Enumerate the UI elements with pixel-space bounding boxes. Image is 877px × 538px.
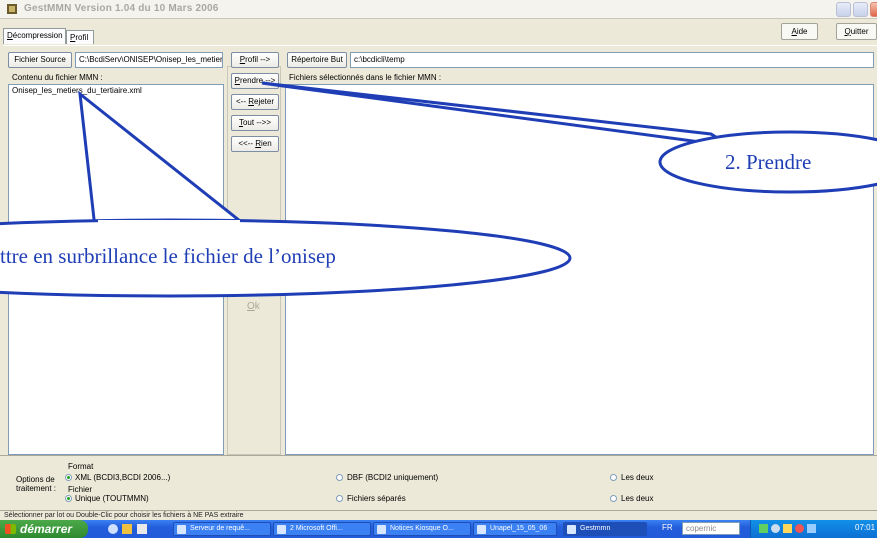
taskbar-item-active[interactable]: Gestmmn	[563, 522, 647, 536]
profil-button[interactable]: Profil -->	[231, 52, 279, 68]
source-file-list[interactable]: Onisep_les_metiers_du_tertiaire.xml	[8, 84, 224, 455]
rejeter-prefix: <--	[235, 97, 249, 106]
rien-label: ien	[261, 139, 272, 148]
options-area	[0, 455, 877, 515]
list-item[interactable]: Onisep_les_metiers_du_tertiaire.xml	[12, 86, 142, 95]
profil-label: rofil -->	[245, 55, 271, 64]
selected-files-label: Fichiers sélectionnés dans le fichier MM…	[289, 73, 442, 82]
folder-icon[interactable]	[122, 524, 132, 534]
taskbar-item[interactable]: Serveur de requê...	[173, 522, 271, 536]
language-indicator[interactable]: FR	[662, 523, 673, 532]
fichier-both-radio[interactable]	[610, 495, 617, 502]
fichier-both-label: Les deux	[621, 494, 654, 503]
volume-icon[interactable]	[783, 524, 792, 533]
rejeter-label: ejeter	[254, 97, 275, 106]
options-label-line1: Options de	[16, 475, 55, 484]
start-button[interactable]: démarrer	[0, 520, 88, 538]
taskbar-item[interactable]: 2 Microsoft Offi...	[273, 522, 371, 536]
network-icon[interactable]	[759, 524, 768, 533]
taskbar-item[interactable]: Unapel_15_05_06	[473, 522, 557, 536]
windows-logo-icon	[5, 524, 16, 534]
rien-button[interactable]: <<-- Rien	[231, 136, 279, 152]
clock: 07:01	[855, 523, 876, 532]
tab-row: Décompression Profil Aide Quitter	[0, 19, 877, 45]
fichier-group-title: Fichier	[68, 485, 93, 494]
display-icon[interactable]	[807, 524, 816, 533]
format-group-title: Format	[68, 462, 94, 471]
maximize-button[interactable]	[853, 2, 868, 17]
system-tray: 07:01	[750, 520, 877, 538]
format-both-label: Les deux	[621, 473, 654, 482]
security-icon[interactable]	[795, 524, 804, 533]
quitter-label: uitter	[850, 27, 869, 36]
tab-decompression[interactable]: Décompression	[3, 28, 66, 44]
aide-label: ide	[796, 27, 808, 36]
rejeter-button[interactable]: <-- Rejeter	[231, 94, 279, 110]
aide-button[interactable]: Aide	[781, 23, 818, 40]
fichier-unique-label: Unique (TOUTMMN)	[75, 494, 149, 503]
app-icon	[7, 4, 17, 14]
selected-file-list[interactable]	[285, 84, 874, 455]
ie-icon[interactable]	[108, 524, 118, 534]
copernic-search-input[interactable]: copernic	[682, 522, 740, 535]
quitter-button[interactable]: Quitter	[836, 23, 877, 40]
taskbar: démarrer Serveur de requê... 2 Microsoft…	[0, 520, 877, 538]
fichier-unique-radio[interactable]	[65, 495, 72, 502]
format-xml-radio[interactable]	[65, 474, 72, 481]
fichier-separes-label: Fichiers séparés	[347, 494, 406, 503]
callout-select-text: ttre en surbrillance le fichier de l’oni…	[0, 244, 336, 268]
tab-label: écompression	[12, 31, 63, 40]
title-bar: GestMMN Version 1.04 du 10 Mars 2006	[0, 0, 877, 19]
callout-prendre-text: 2. Prendre	[725, 150, 812, 174]
fichier-separes-radio[interactable]	[336, 495, 343, 502]
format-both-radio[interactable]	[610, 474, 617, 481]
app-quicklaunch-icon[interactable]	[137, 524, 147, 534]
source-content-label: Contenu du fichier MMN :	[12, 73, 103, 82]
prendre-button[interactable]: Prendre -->	[231, 73, 279, 89]
window-title: GestMMN Version 1.04 du 10 Mars 2006	[24, 3, 219, 14]
tab-label: rofil	[75, 33, 89, 42]
minimize-button[interactable]	[836, 2, 851, 17]
repertoire-but-button[interactable]: Répertoire But	[287, 52, 347, 68]
tray-icon[interactable]	[771, 524, 780, 533]
taskbar-item[interactable]: Notices Kiosque O...	[373, 522, 471, 536]
fichier-source-button[interactable]: Fichier Source	[8, 52, 72, 68]
format-dbf-label: DBF (BCDI2 uniquement)	[347, 473, 439, 482]
format-xml-label: XML (BCDI3,BCDI 2006...)	[75, 473, 171, 482]
close-button[interactable]	[870, 2, 877, 17]
format-dbf-radio[interactable]	[336, 474, 343, 481]
ok-mnemonic: O	[247, 301, 255, 312]
ok-button[interactable]: Ok	[247, 301, 260, 312]
tout-label: out -->>	[242, 118, 271, 127]
options-label-line2: traitement :	[16, 484, 57, 493]
source-path-field[interactable]: C:\BcdiServ\ONISEP\Onisep_les_metiers	[75, 52, 223, 68]
start-label: démarrer	[20, 522, 73, 536]
options-label: Options de traitement :	[16, 475, 56, 493]
tab-profil[interactable]: Profil	[66, 30, 94, 44]
tout-button[interactable]: Tout -->>	[231, 115, 279, 131]
rien-prefix: <<--	[238, 139, 256, 148]
prendre-label: rendre -->	[239, 76, 276, 85]
status-bar: Sélectionner par lot ou Double-Clic pour…	[0, 510, 877, 520]
destination-path-field[interactable]: c:\bcdicli\temp	[350, 52, 874, 68]
ok-label: k	[254, 301, 260, 312]
